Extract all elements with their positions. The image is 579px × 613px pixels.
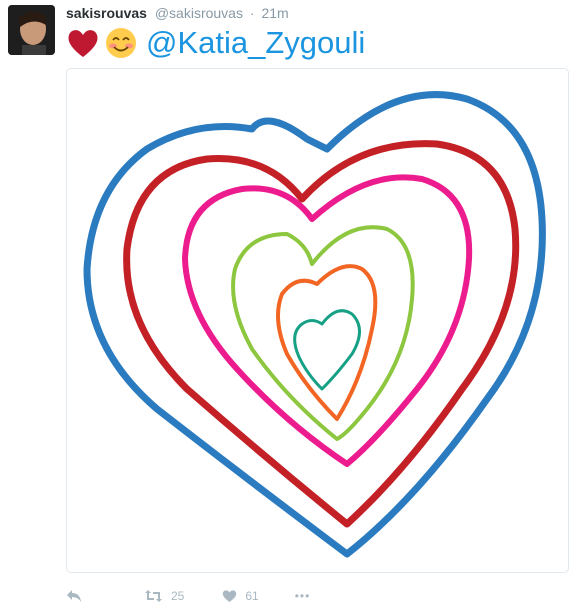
retweet-button[interactable]: 25 — [144, 589, 184, 603]
smiling-face-emoji-icon — [104, 26, 138, 60]
more-dots-icon: ••• — [294, 589, 311, 603]
like-count: 61 — [245, 589, 259, 603]
heart-outline-blue — [83, 91, 546, 558]
red-heart-emoji-icon — [66, 26, 100, 60]
timestamp[interactable]: 21m — [261, 5, 288, 21]
tweet-text: @Katia_Zygouli — [66, 24, 365, 62]
concentric-hearts-drawing — [83, 91, 546, 558]
more-button[interactable]: ••• — [295, 589, 311, 603]
reply-icon — [67, 590, 81, 602]
like-button[interactable]: 61 — [222, 589, 259, 603]
avatar[interactable] — [8, 5, 55, 55]
avatar-image — [8, 5, 55, 55]
retweet-icon — [145, 590, 162, 602]
heart-outline-teal — [293, 309, 361, 391]
reply-button[interactable] — [66, 589, 86, 603]
author-handle[interactable]: @sakisrouvas — [155, 5, 243, 21]
tweet-media-image[interactable] — [66, 68, 569, 573]
mention-link[interactable]: @Katia_Zygouli — [146, 24, 365, 62]
heart-icon — [223, 590, 237, 602]
separator-dot: · — [249, 5, 255, 21]
tweet-header: sakisrouvas @sakisrouvas · 21m — [66, 4, 289, 22]
tweet-actions: 25 61 ••• — [66, 586, 310, 606]
author-name[interactable]: sakisrouvas — [66, 5, 147, 21]
retweet-count: 25 — [171, 589, 185, 603]
heart-outline-green — [231, 225, 415, 441]
